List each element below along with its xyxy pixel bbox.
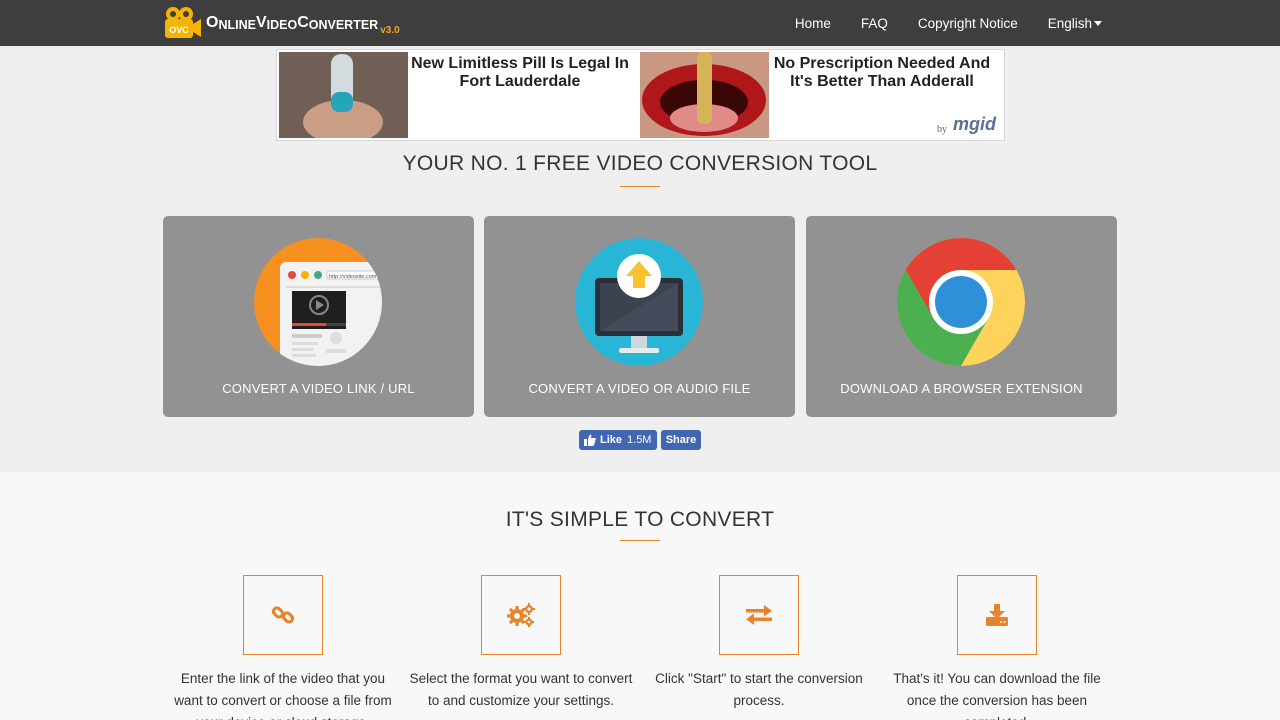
site-logo[interactable]: OVC O NLINE V IDEO C ONVERTER v3.0 xyxy=(164,6,400,40)
logo-letter: C xyxy=(297,14,309,31)
facebook-like-label: Like xyxy=(600,434,623,446)
link-icon xyxy=(271,606,295,624)
facebook-like-button[interactable]: Like 1.5M xyxy=(579,430,657,450)
browser-video-icon: http://videosite.com xyxy=(254,238,382,366)
ad-image-pill[interactable] xyxy=(279,52,408,138)
card-url-text: http://videosite.com xyxy=(329,274,377,280)
hero-title-underline xyxy=(620,186,660,187)
logo-letters: NLINE xyxy=(218,18,256,32)
thumbs-up-icon xyxy=(584,434,596,446)
convert-file-card[interactable]: CONVERT A VIDEO OR AUDIO FILE xyxy=(484,216,795,417)
download-icon xyxy=(986,604,1008,626)
logo-version: v3.0 xyxy=(380,25,400,36)
logo-wordmark: O NLINE V IDEO C ONVERTER v3.0 xyxy=(206,14,400,36)
exchange-icon xyxy=(746,605,772,625)
step-download-icon-box xyxy=(957,575,1037,655)
browser-extension-card[interactable]: DOWNLOAD A BROWSER EXTENSION xyxy=(806,216,1117,417)
language-label: English xyxy=(1047,15,1092,31)
nav-menu: Home FAQ Copyright Notice English xyxy=(765,0,1102,46)
convert-link-card[interactable]: http://videosite.com CONVERT A VIDEO LIN… xyxy=(163,216,474,417)
logo-letters: ONVERTER xyxy=(308,18,379,32)
ad-image-mouth[interactable] xyxy=(640,52,769,138)
facebook-widgets: Like 1.5M Share xyxy=(579,430,701,450)
browser-extension-label: DOWNLOAD A BROWSER EXTENSION xyxy=(840,381,1083,396)
logo-letter: O xyxy=(206,14,219,31)
logo-letters: IDEO xyxy=(266,18,298,32)
ad-attribution[interactable]: by mgid xyxy=(937,114,996,135)
language-dropdown[interactable]: English xyxy=(1048,16,1102,31)
ad-by-label: by xyxy=(937,124,947,135)
film-camera-logo-icon: OVC xyxy=(164,6,202,40)
logo-badge-text: OVC xyxy=(169,25,189,35)
convert-file-label: CONVERT A VIDEO OR AUDIO FILE xyxy=(528,381,751,396)
ad-headline-2[interactable]: No Prescription Needed And It's Better T… xyxy=(769,55,995,91)
nav-home-link[interactable]: Home xyxy=(795,16,831,31)
step-2-text: Select the format you want to convert to… xyxy=(409,671,633,708)
step-4-text: That's it! You can download the file onc… xyxy=(893,671,1101,720)
step-settings-icon-box xyxy=(481,575,561,655)
top-navbar: OVC O NLINE V IDEO C ONVERTER v3.0 Home FAQ C… xyxy=(0,0,1280,46)
chrome-icon xyxy=(897,238,1025,366)
gears-icon xyxy=(507,603,535,627)
ad-banner[interactable]: New Limitless Pill Is Legal In Fort Laud… xyxy=(276,49,1005,141)
how-it-works-title: IT'S SIMPLE TO CONVERT xyxy=(505,508,775,531)
caret-down-icon xyxy=(1094,21,1102,27)
monitor-upload-icon xyxy=(575,238,703,366)
mgid-logo: mgid xyxy=(953,114,996,134)
convert-link-label: CONVERT A VIDEO LINK / URL xyxy=(222,381,415,396)
facebook-share-button[interactable]: Share xyxy=(661,430,701,450)
hero-title: YOUR NO. 1 FREE VIDEO CONVERSION TOOL xyxy=(402,152,878,175)
step-link-icon-box xyxy=(243,575,323,655)
facebook-like-count: 1.5M xyxy=(627,434,652,446)
step-3-text: Click "Start" to start the conversion pr… xyxy=(655,671,863,708)
logo-letter: V xyxy=(255,14,267,31)
step-1-text: Enter the link of the video that you wan… xyxy=(174,671,392,720)
step-start-icon-box xyxy=(719,575,799,655)
nav-faq-link[interactable]: FAQ xyxy=(861,16,888,31)
nav-copyright-link[interactable]: Copyright Notice xyxy=(918,16,1018,31)
ad-headline-1[interactable]: New Limitless Pill Is Legal In Fort Laud… xyxy=(409,55,631,91)
how-it-works-underline xyxy=(620,540,660,541)
